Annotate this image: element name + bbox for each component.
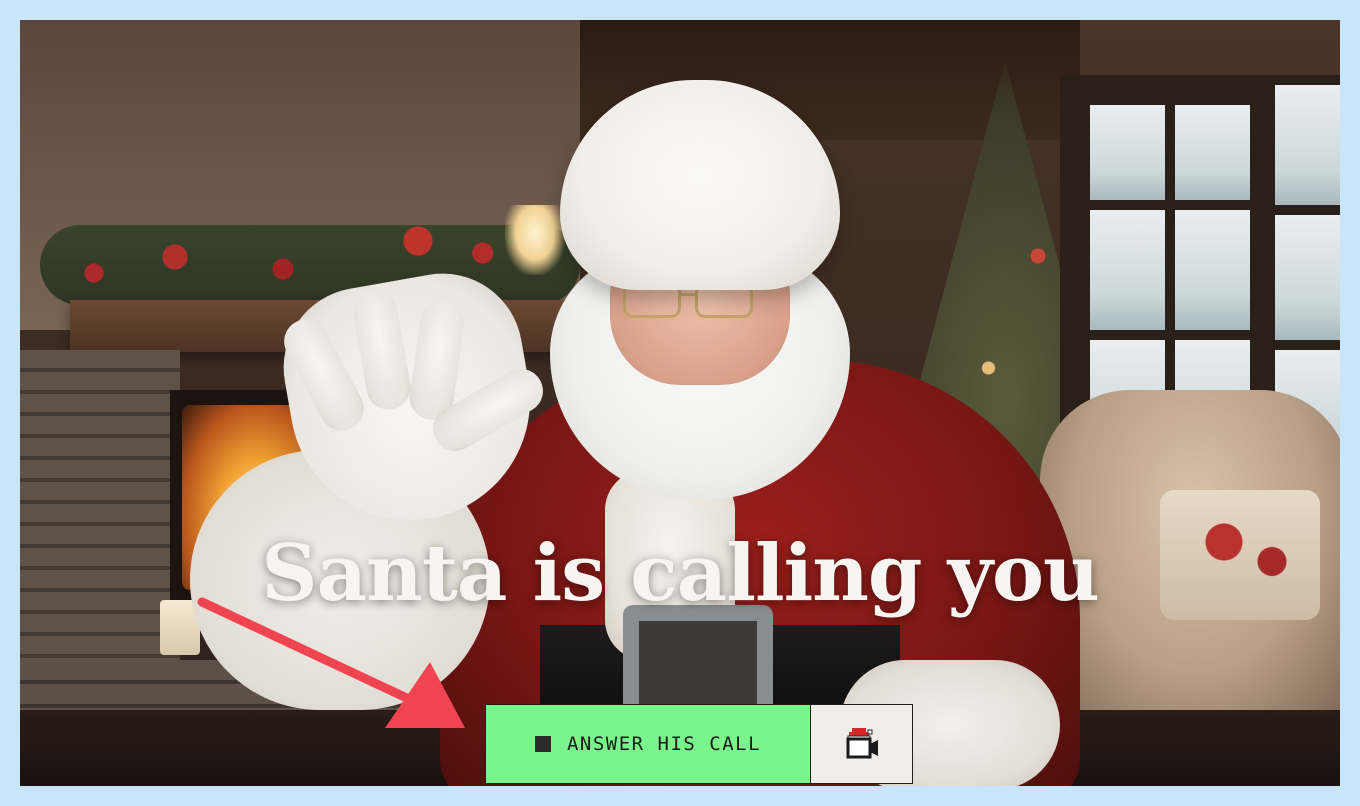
- window-pane: [1090, 210, 1165, 330]
- video-call-frame: Santa is calling you ANSWER HIS CALL: [20, 20, 1340, 786]
- video-toggle-button[interactable]: [811, 704, 913, 784]
- window-pane: [1090, 105, 1165, 200]
- video-camera-santa-hat-icon: [846, 728, 878, 759]
- answer-call-button[interactable]: ANSWER HIS CALL: [485, 704, 811, 784]
- window-pane: [1275, 215, 1340, 340]
- window-pane: [1175, 210, 1250, 330]
- window-pane: [1175, 105, 1250, 200]
- stop-square-icon: [534, 736, 551, 752]
- mantel-garland: [40, 225, 580, 305]
- pointer-arrow-icon: [197, 597, 465, 728]
- answer-call-label: ANSWER HIS CALL: [566, 733, 762, 755]
- candle-glow: [505, 205, 565, 275]
- call-controls: ANSWER HIS CALL: [485, 704, 913, 784]
- window-pane: [1275, 85, 1340, 205]
